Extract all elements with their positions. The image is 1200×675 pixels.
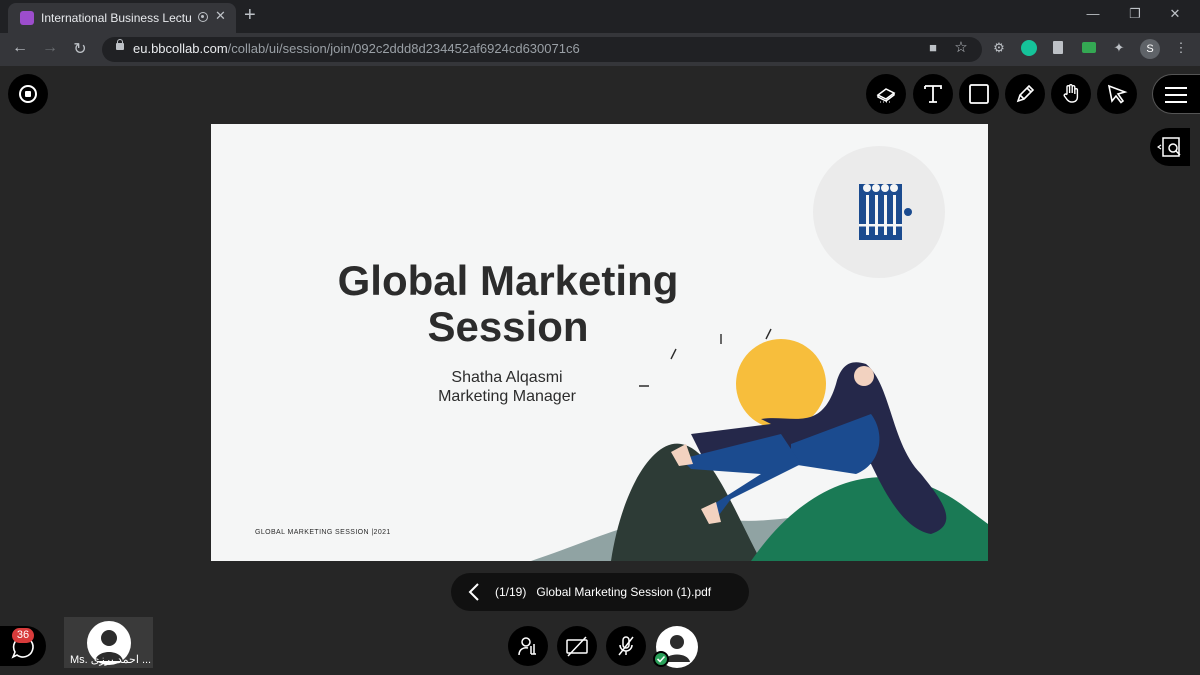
connected-check-icon <box>653 651 669 667</box>
lightbulb-illustration <box>531 328 988 561</box>
forward-icon[interactable]: → <box>40 39 60 57</box>
pan-tool-button[interactable] <box>1051 74 1091 114</box>
participant-name: Ms. احمد برزی ... <box>70 654 152 666</box>
checkmark-icon <box>656 655 666 663</box>
profile-avatar[interactable]: S <box>1140 39 1160 59</box>
pencil-tool-button[interactable] <box>1005 74 1045 114</box>
zoom-search-icon <box>1157 137 1181 157</box>
participant-tile[interactable]: Ms. احمد برزی ... <box>64 617 153 668</box>
document-nav-bar: (1/19) Global Marketing Session (1).pdf <box>451 573 749 611</box>
document-extension-icon[interactable] <box>1053 41 1063 54</box>
recording-indicator-icon <box>198 12 208 22</box>
browser-tab[interactable]: International Business Lectur ✕ <box>8 3 236 33</box>
camera-off-icon <box>566 636 588 657</box>
menu-line <box>1165 94 1187 96</box>
chat-unread-badge: 36 <box>12 628 34 643</box>
collaborate-panel-button[interactable] <box>1152 74 1200 114</box>
raise-hand-status-icon <box>518 637 536 656</box>
page-counter: (1/19) <box>495 585 527 599</box>
mail-extension-icon[interactable] <box>1082 42 1096 53</box>
document-label: (1/19) Global Marketing Session (1).pdf <box>495 585 711 599</box>
document-filename: Global Marketing Session (1).pdf <box>536 585 712 599</box>
share-status-button[interactable] <box>508 626 548 666</box>
url-text[interactable]: eu.bbcollab.com/collab/ui/session/join/0… <box>133 41 580 56</box>
back-icon[interactable]: ← <box>10 39 30 57</box>
pointer-icon <box>1107 84 1128 104</box>
previous-page-icon[interactable] <box>465 582 485 602</box>
microphone-toggle-button[interactable] <box>606 626 646 666</box>
zoom-content-button[interactable] <box>1150 128 1190 166</box>
eraser-icon <box>876 88 896 103</box>
camera-toggle-button[interactable] <box>557 626 597 666</box>
url-host: eu.bbcollab.com <box>133 41 228 56</box>
presentation-slide: Global Marketing Session Shatha Alqasmi … <box>211 124 988 561</box>
camera-icon[interactable]: ■ <box>924 40 942 55</box>
reload-icon[interactable]: ↻ <box>70 39 90 59</box>
shape-tool-button[interactable] <box>959 74 999 114</box>
restore-button[interactable]: ❐ <box>1120 6 1150 22</box>
menu-line <box>1165 87 1187 89</box>
pencil-icon <box>1016 84 1035 103</box>
microphone-off-icon <box>618 636 634 656</box>
slide-title-line-1: Global Marketing <box>337 257 679 304</box>
lock-icon[interactable] <box>116 39 124 50</box>
tab-title: International Business Lectur <box>41 11 191 25</box>
grammarly-icon[interactable] <box>1021 40 1037 56</box>
stop-sharing-button[interactable] <box>8 74 48 114</box>
extension-gear-icon[interactable]: ⚙ <box>990 40 1008 56</box>
url-path: /collab/ui/session/join/092c2ddd8d234452… <box>227 41 580 56</box>
pointer-tool-button[interactable] <box>1097 74 1137 114</box>
extensions-puzzle-icon[interactable]: ✦ <box>1110 40 1128 56</box>
new-tab-button[interactable]: + <box>244 4 256 27</box>
browser-menu-icon[interactable]: ⋮ <box>1172 40 1190 56</box>
menu-line <box>1165 101 1187 103</box>
text-tool-icon <box>924 85 942 103</box>
bookmark-star-icon[interactable]: ☆ <box>952 38 970 56</box>
shape-icon <box>969 84 989 104</box>
text-tool-button[interactable] <box>913 74 953 114</box>
eraser-tool-button[interactable] <box>866 74 906 114</box>
tab-close-icon[interactable]: ✕ <box>215 8 226 24</box>
minimize-button[interactable]: — <box>1078 6 1108 21</box>
pan-hand-icon <box>1063 84 1079 103</box>
slide-footer: GLOBAL MARKETING SESSION |2021 <box>255 529 391 536</box>
close-window-button[interactable]: ✕ <box>1160 6 1190 22</box>
collaborate-favicon-icon <box>20 11 34 25</box>
company-logo-icon <box>859 184 912 240</box>
